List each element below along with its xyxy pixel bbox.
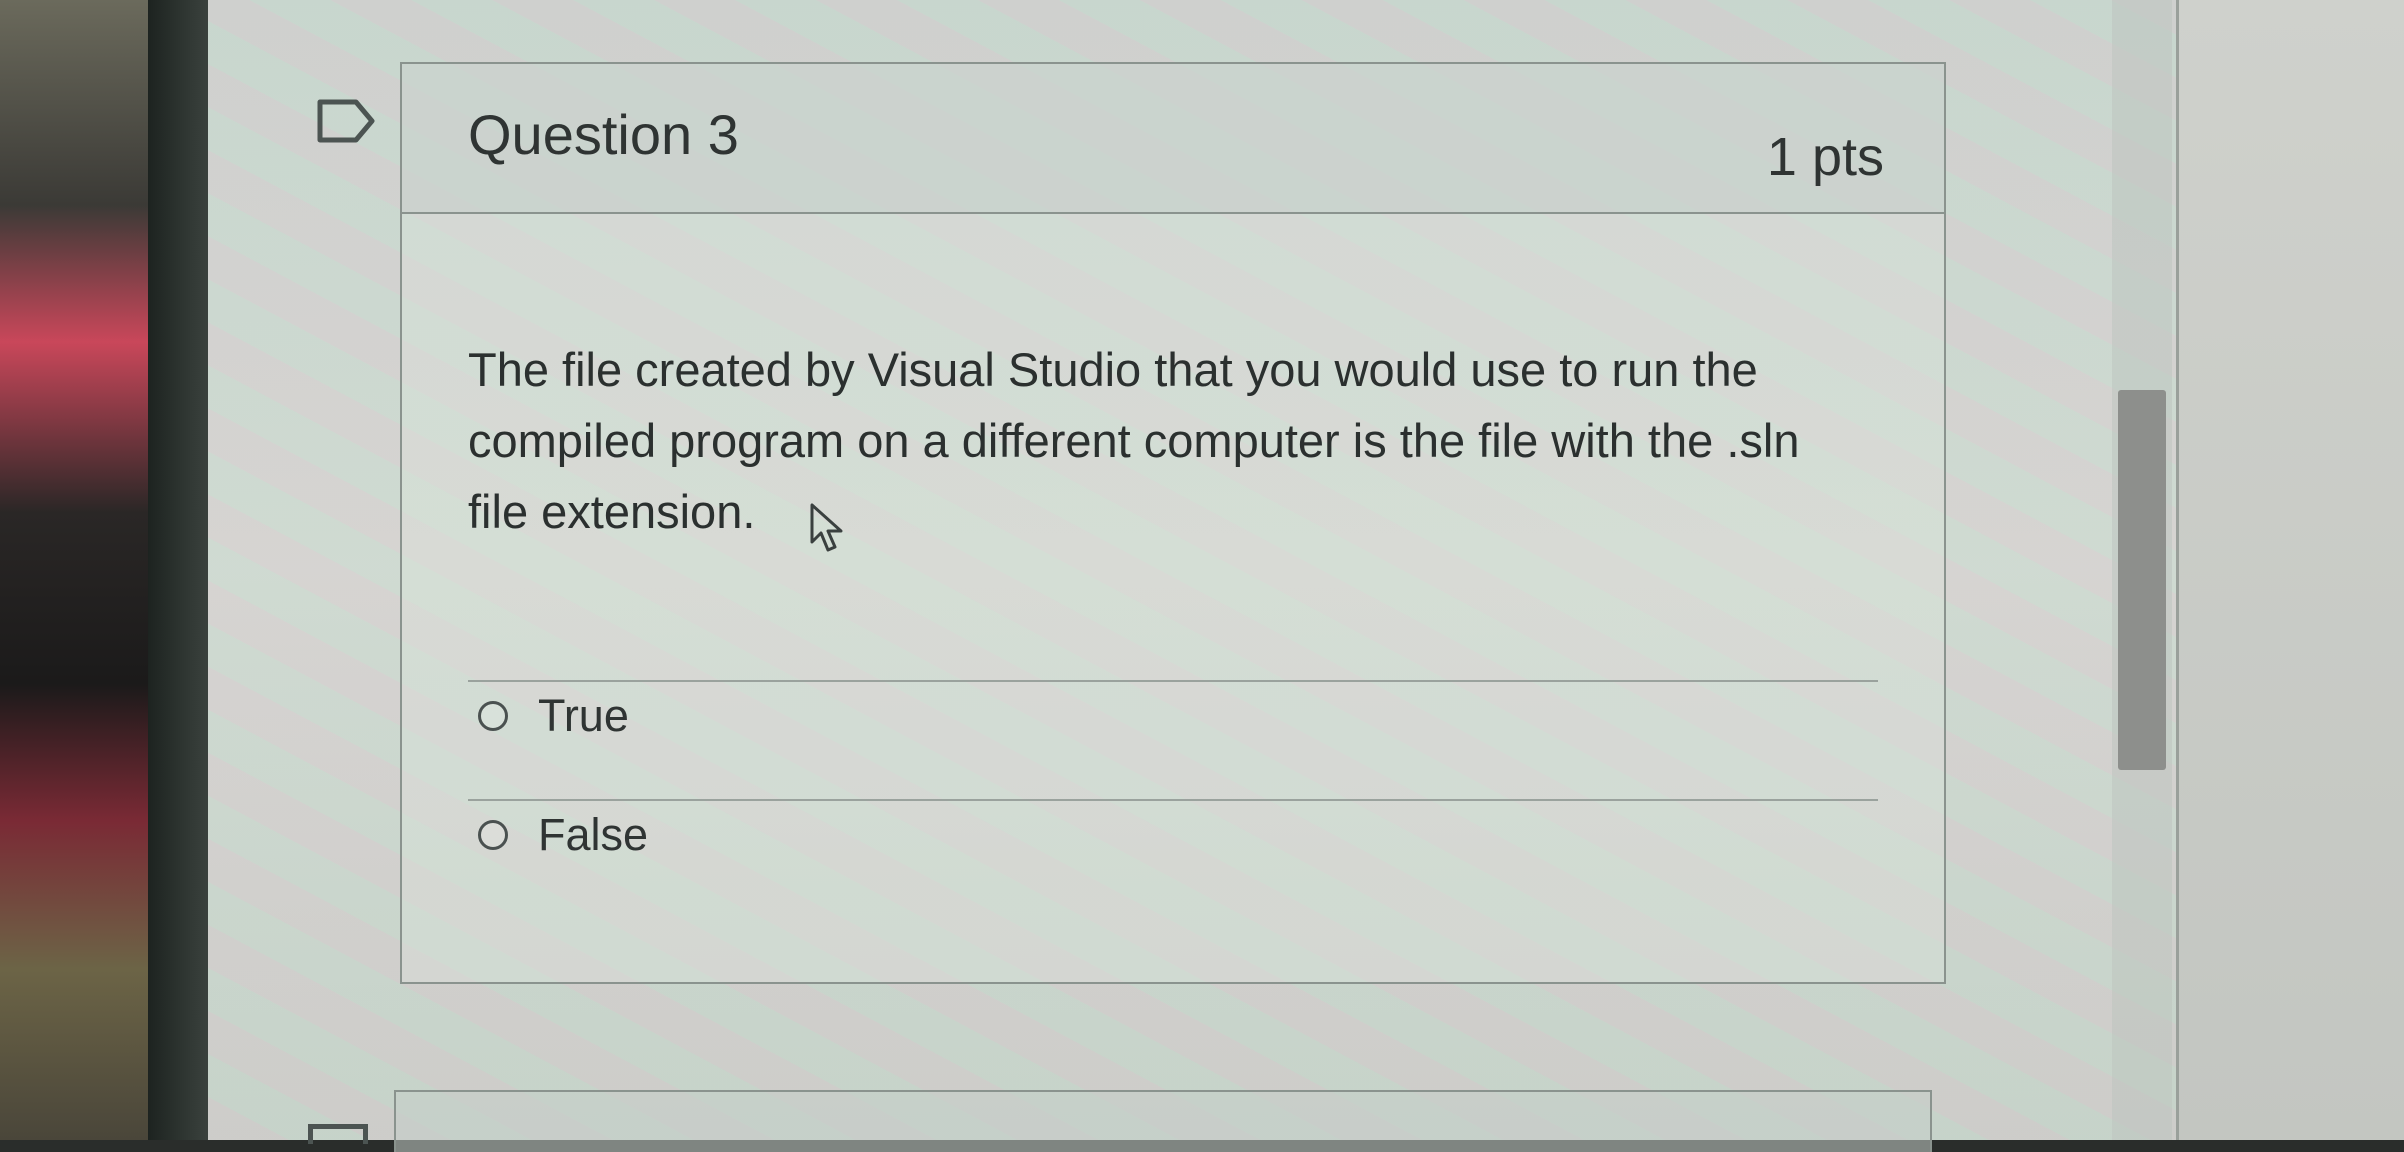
radio-button-icon[interactable] bbox=[478, 820, 508, 850]
next-bookmark-icon[interactable] bbox=[308, 1124, 368, 1144]
next-question-card bbox=[394, 1090, 1932, 1152]
answer-divider bbox=[468, 799, 1878, 801]
scrollbar-thumb[interactable] bbox=[2118, 390, 2166, 770]
bookmark-icon[interactable] bbox=[316, 98, 376, 144]
right-side-panel bbox=[2176, 0, 2404, 1140]
answer-divider bbox=[468, 680, 1878, 682]
radio-button-icon[interactable] bbox=[478, 701, 508, 731]
question-header: Question 3 1 pts bbox=[402, 64, 1944, 214]
question-text: The file created by Visual Studio that y… bbox=[468, 343, 1800, 538]
answer-option-false[interactable]: False bbox=[478, 805, 648, 865]
question-card: Question 3 1 pts The file created by Vis… bbox=[400, 62, 1946, 984]
desk-background bbox=[0, 0, 160, 1140]
answer-option-true[interactable]: True bbox=[478, 686, 629, 746]
answer-label: False bbox=[538, 809, 649, 860]
question-points: 1 pts bbox=[1766, 127, 1884, 187]
monitor-bezel bbox=[148, 0, 210, 1140]
mouse-cursor-icon bbox=[810, 503, 843, 552]
question-title: Question 3 bbox=[468, 103, 739, 166]
answer-label: True bbox=[538, 690, 629, 741]
